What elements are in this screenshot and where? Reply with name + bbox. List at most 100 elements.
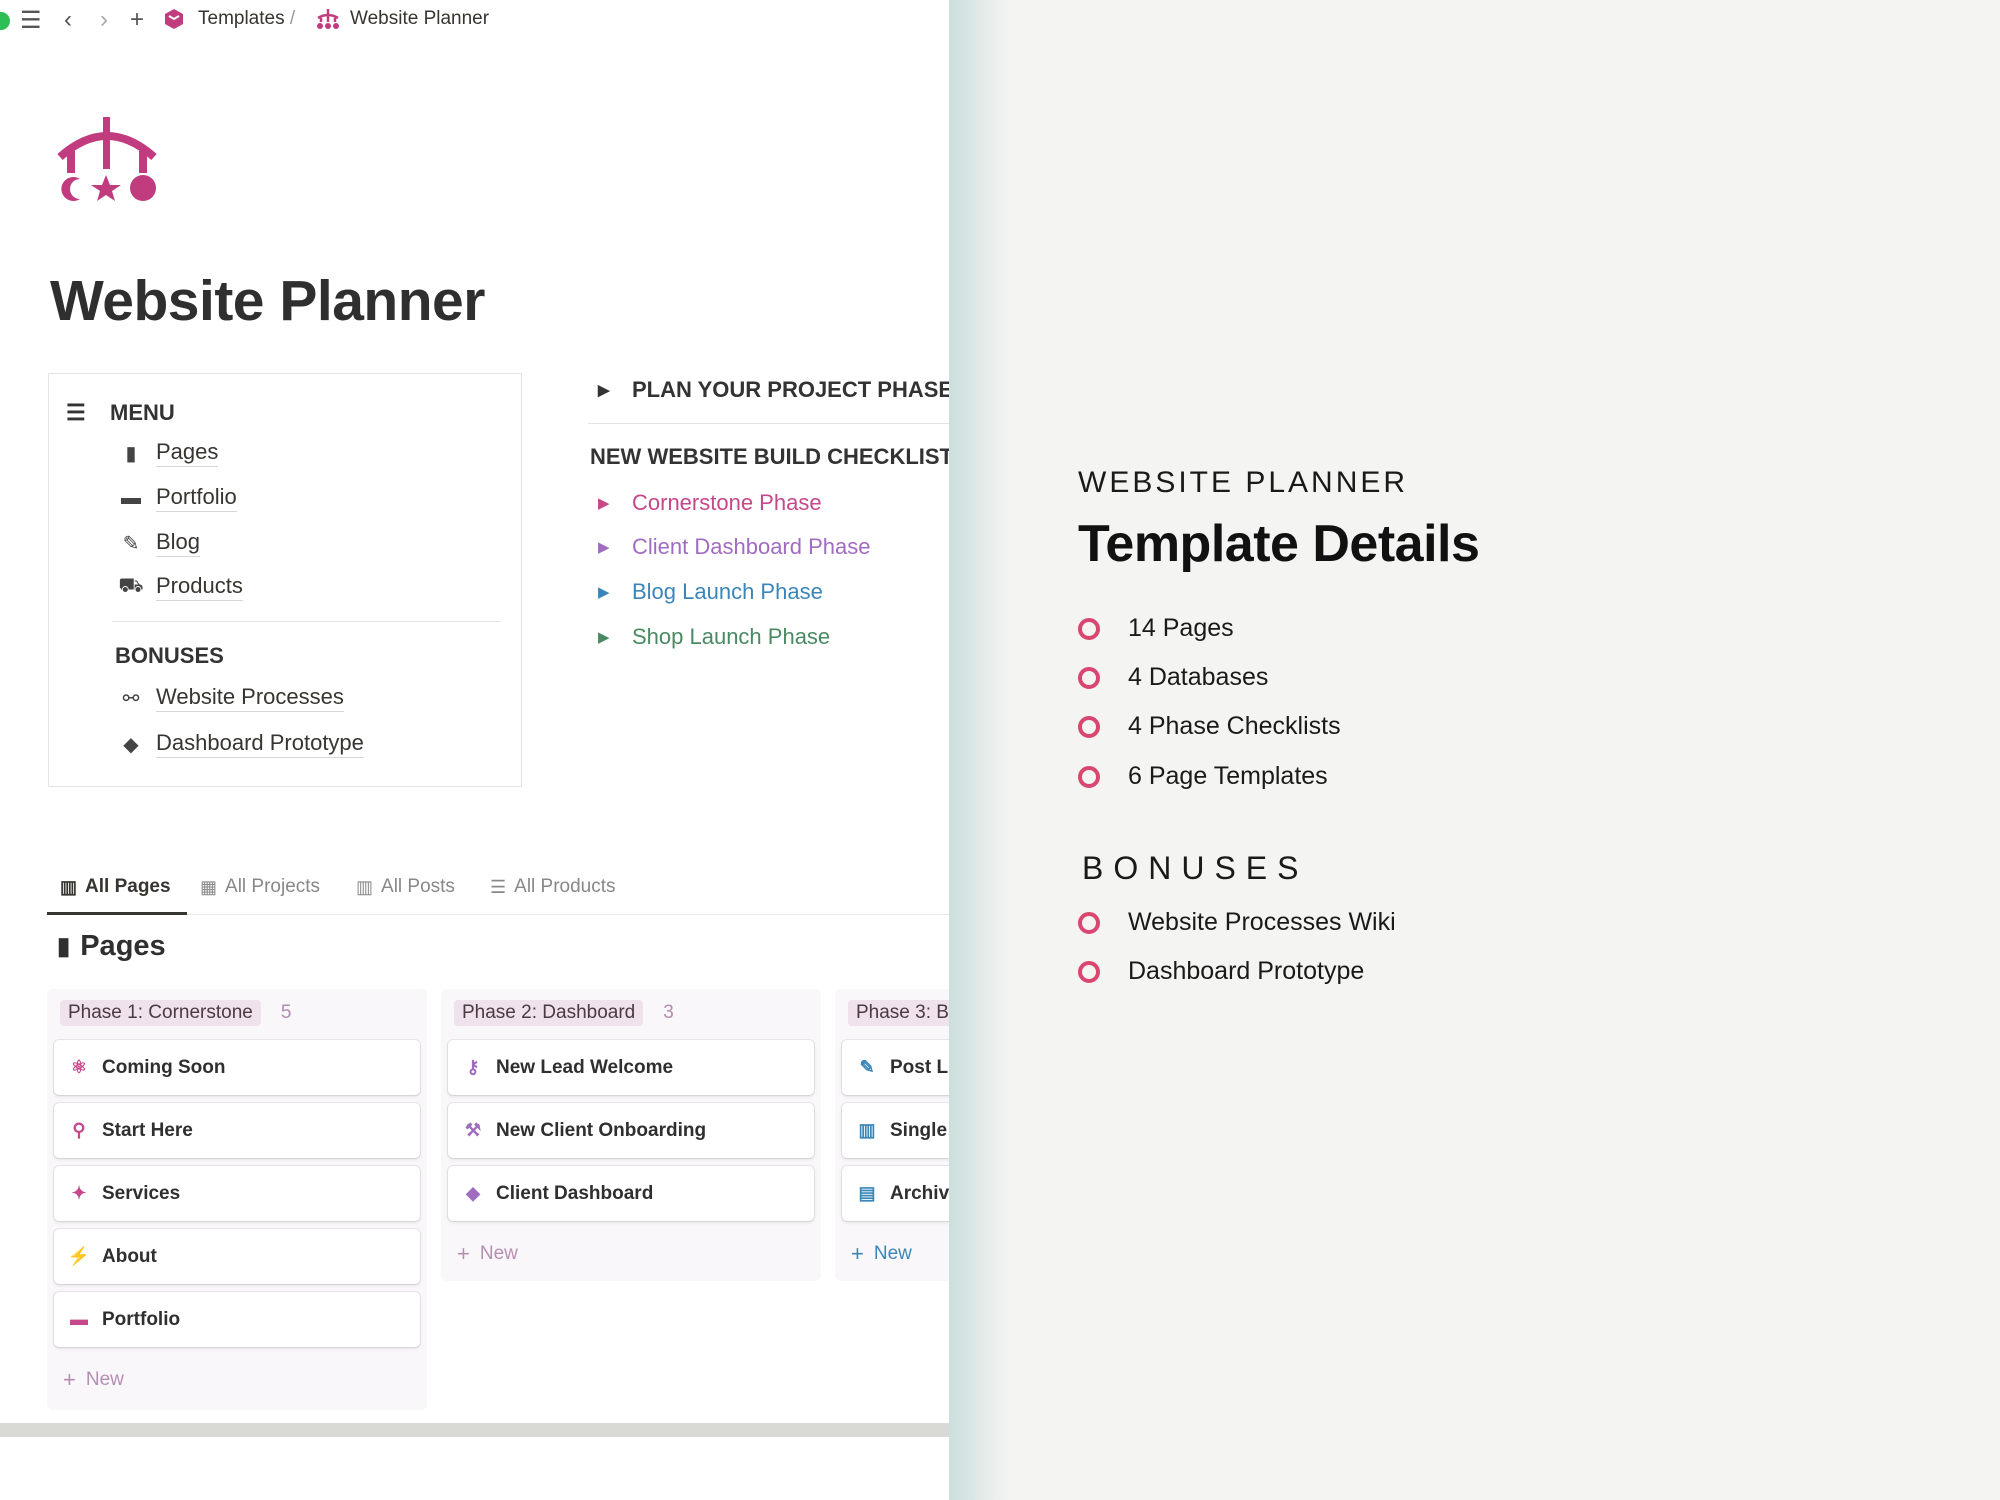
toggle-client-dashboard-phase[interactable]: ▶ Client Dashboard Phase bbox=[598, 534, 870, 560]
tab-label: All Projects bbox=[225, 876, 321, 897]
checklist-heading: NEW WEBSITE BUILD CHECKLIST bbox=[590, 444, 949, 469]
toggle-triangle-icon[interactable]: ▶ bbox=[598, 583, 612, 601]
toggle-blog-launch-phase[interactable]: ▶ Blog Launch Phase bbox=[598, 579, 823, 605]
plan-phases-toggle[interactable]: ▶ PLAN YOUR PROJECT PHASES bbox=[598, 377, 949, 403]
menu-item-pages[interactable]: ▮ Pages bbox=[118, 439, 219, 467]
card-client-dashboard[interactable]: ◆ Client Dashboard bbox=[448, 1166, 814, 1221]
menu-item-portfolio[interactable]: ▬ Portfolio bbox=[118, 484, 237, 512]
card-label: Client Dashboard bbox=[496, 1182, 654, 1204]
breadcrumb-website-planner[interactable]: Website Planner bbox=[350, 8, 489, 30]
new-label: New bbox=[873, 1243, 912, 1264]
card-services[interactable]: ✦ Services bbox=[54, 1166, 420, 1221]
wand-icon: ⚡ bbox=[67, 1246, 91, 1266]
card-start-here[interactable]: ⚲ Start Here bbox=[54, 1103, 420, 1158]
toggle-triangle-icon[interactable]: ▶ bbox=[598, 381, 612, 399]
circle-bullet-icon bbox=[1078, 765, 1100, 788]
mobile-icon[interactable] bbox=[52, 115, 162, 205]
card-portfolio[interactable]: ▬ Portfolio bbox=[54, 1292, 420, 1347]
menu-item-website-processes[interactable]: ⚯ Website Processes bbox=[118, 684, 344, 712]
breadcrumb-separator: / bbox=[289, 8, 296, 29]
column-tag: Phase 1: Cornerstone bbox=[60, 1000, 261, 1026]
card-single[interactable]: ▥ Single bbox=[842, 1103, 949, 1158]
column-header[interactable]: Phase 3: B bbox=[848, 1000, 949, 1026]
card-label: New Lead Welcome bbox=[496, 1056, 674, 1078]
tab-all-posts[interactable]: ▥ All Posts bbox=[356, 876, 455, 898]
card-post-launch[interactable]: ✎ Post L bbox=[842, 1040, 949, 1095]
card-new-lead-welcome[interactable]: ⚷ New Lead Welcome bbox=[448, 1040, 814, 1095]
menu-heading: ☰ MENU bbox=[66, 400, 175, 426]
circle-bullet-icon bbox=[1078, 715, 1100, 738]
bonus-item-label: Dashboard Prototype bbox=[1128, 957, 1365, 985]
card-label: Single bbox=[890, 1119, 948, 1141]
card-label: New Client Onboarding bbox=[496, 1119, 707, 1141]
breadcrumb-templates[interactable]: Templates / bbox=[198, 8, 295, 30]
templates-icon bbox=[163, 8, 185, 37]
detail-item-label: 4 Databases bbox=[1128, 663, 1269, 691]
card-label: Portfolio bbox=[102, 1308, 181, 1330]
window-shadow bbox=[949, 0, 1009, 1500]
menu-item-products[interactable]: ⛟ Products bbox=[118, 573, 243, 601]
database-title[interactable]: ▮ Pages bbox=[57, 930, 166, 963]
edit-icon: ✎ bbox=[859, 1057, 875, 1077]
menu-item-label: Products bbox=[156, 573, 243, 601]
card-label: Start Here bbox=[102, 1119, 193, 1141]
active-tab-indicator bbox=[47, 912, 187, 915]
card-about[interactable]: ⚡ About bbox=[54, 1229, 420, 1284]
new-label: New bbox=[85, 1369, 124, 1390]
card-label: Services bbox=[102, 1182, 181, 1204]
bonus-item: Dashboard Prototype bbox=[1078, 957, 1364, 986]
tab-label: All Products bbox=[514, 876, 616, 897]
card-new-client-onboarding[interactable]: ⚒ New Client Onboarding bbox=[448, 1103, 814, 1158]
cart-icon: ⛟ bbox=[118, 574, 144, 597]
card-label: Post L bbox=[890, 1056, 949, 1078]
new-card-button[interactable]: + New bbox=[851, 1241, 912, 1267]
menu-item-label: Portfolio bbox=[156, 484, 237, 512]
details-title: Template Details bbox=[1078, 515, 1480, 573]
detail-item-label: 6 Page Templates bbox=[1128, 762, 1328, 790]
column-header[interactable]: Phase 1: Cornerstone 5 bbox=[60, 1000, 291, 1026]
new-card-button[interactable]: + New bbox=[63, 1367, 124, 1393]
add-icon[interactable]: + bbox=[130, 6, 144, 34]
column-tag: Phase 2: Dashboard bbox=[454, 1000, 644, 1026]
flow-icon: ⚯ bbox=[122, 687, 140, 710]
new-label: New bbox=[479, 1243, 518, 1264]
wrench-icon: ⚒ bbox=[464, 1120, 482, 1140]
new-card-button[interactable]: + New bbox=[457, 1241, 518, 1267]
divider bbox=[588, 423, 949, 424]
board-column-phase-2: Phase 2: Dashboard 3 ⚷ New Lead Welcome ⚒ N… bbox=[441, 989, 821, 1281]
detail-item: 14 Pages bbox=[1078, 614, 1234, 643]
tab-all-pages[interactable]: ▥ All Pages bbox=[60, 876, 171, 898]
menu-divider bbox=[112, 621, 500, 622]
back-arrow-icon[interactable]: ‹ bbox=[64, 6, 72, 34]
toggle-shop-launch-phase[interactable]: ▶ Shop Launch Phase bbox=[598, 624, 830, 650]
column-header[interactable]: Phase 2: Dashboard 3 bbox=[454, 1000, 674, 1026]
board-icon: ▥ bbox=[60, 876, 78, 897]
menu-item-blog[interactable]: ✎ Blog bbox=[118, 529, 201, 557]
horizontal-scrollbar[interactable] bbox=[0, 1423, 949, 1437]
list-icon: ☰ bbox=[490, 876, 507, 897]
toggle-triangle-icon[interactable]: ▶ bbox=[598, 494, 612, 512]
board-icon: ▥ bbox=[356, 876, 374, 897]
window-dot[interactable] bbox=[0, 12, 10, 30]
tab-all-products[interactable]: ☰ All Products bbox=[490, 876, 616, 898]
menu-item-dashboard-prototype[interactable]: ◆ Dashboard Prototype bbox=[118, 730, 364, 758]
sidebar-toggle-icon[interactable]: ☰ bbox=[20, 6, 42, 35]
card-archive[interactable]: ▤ Archiv bbox=[842, 1166, 949, 1221]
toggle-label: Shop Launch Phase bbox=[632, 624, 831, 649]
plus-icon: + bbox=[851, 1241, 864, 1266]
menu-heading-label: MENU bbox=[110, 400, 175, 425]
board-column-phase-3: Phase 3: B ✎ Post L ▥ Single ▤ Archiv + New bbox=[835, 989, 949, 1281]
pages-icon: ▮ bbox=[57, 933, 71, 960]
tab-all-projects[interactable]: ▦ All Projects bbox=[200, 876, 320, 898]
circle-bullet-icon bbox=[1078, 960, 1100, 983]
forward-arrow-icon[interactable]: › bbox=[100, 6, 108, 34]
toggle-label: PLAN YOUR PROJECT PHASES bbox=[632, 377, 949, 402]
card-coming-soon[interactable]: ⚛ Coming Soon bbox=[54, 1040, 420, 1095]
toggle-triangle-icon[interactable]: ▶ bbox=[598, 538, 612, 556]
toggle-cornerstone-phase[interactable]: ▶ Cornerstone Phase bbox=[598, 490, 822, 516]
template-details-panel: WEBSITE PLANNER Template Details 14 Page… bbox=[1009, 0, 2000, 1500]
toggle-triangle-icon[interactable]: ▶ bbox=[598, 628, 612, 646]
circle-bullet-icon bbox=[1078, 911, 1100, 934]
gem-icon: ◆ bbox=[466, 1183, 480, 1203]
details-bonus-heading: BONUSES bbox=[1082, 850, 1309, 886]
